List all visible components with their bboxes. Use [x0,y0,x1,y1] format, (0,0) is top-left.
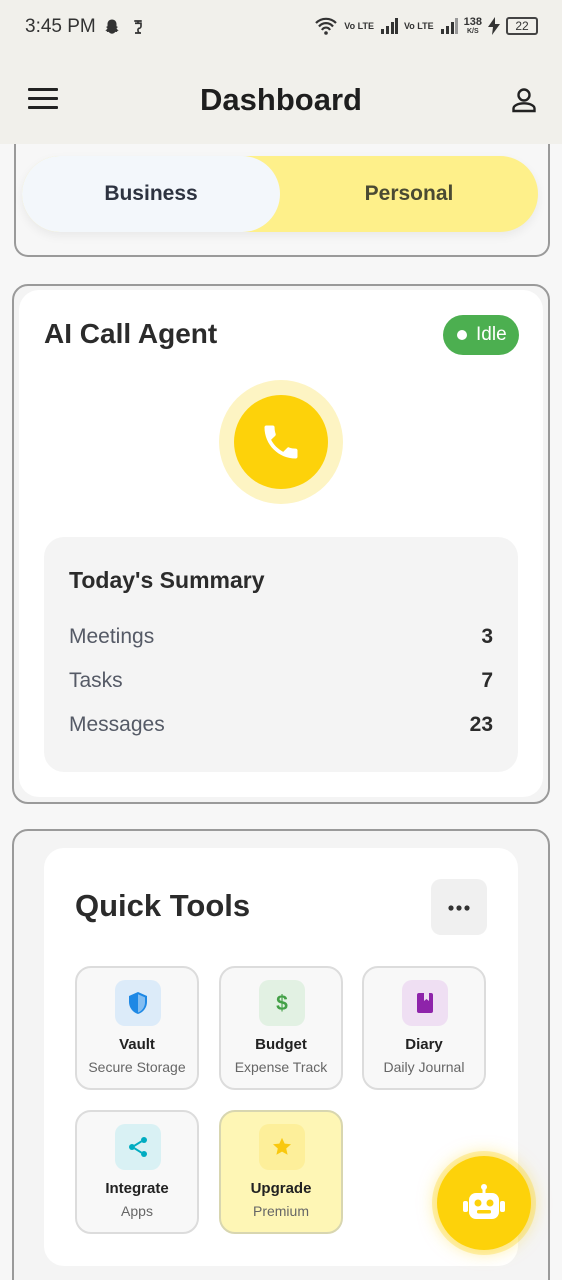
tool-subtitle: Expense Track [234,1059,328,1075]
status-badge: Idle [443,315,519,355]
tool-name: Diary [405,1036,443,1053]
phone-icon [264,425,298,459]
tools-card-title: Quick Tools [75,888,251,923]
status-badge-label: Idle [476,324,507,345]
tool-integrate[interactable]: Integrate Apps [75,1110,199,1234]
volte-label-2: Vo LTE [403,20,434,31]
summary-row-meetings: Meetings 3 [69,625,493,655]
wifi-icon [315,17,338,35]
tool-subtitle: Daily Journal [383,1059,465,1075]
tool-subtitle: Premium [252,1203,309,1219]
svg-text:$: $ [276,992,288,1015]
snapchat-icon [105,19,119,34]
tool-budget[interactable]: $ Budget Expense Track [219,966,343,1090]
tool-name: Upgrade [250,1180,312,1197]
summary-label: Messages [69,713,165,736]
share-icon [129,1137,147,1157]
summary-value: 23 [469,713,493,736]
more-horizontal-icon [448,905,470,911]
network-speed: 138 K/S [463,15,482,36]
assistant-fab[interactable] [437,1156,531,1250]
status-dot [457,330,467,340]
more-options-button[interactable] [431,879,487,935]
summary-label: Meetings [69,625,155,648]
dollar-icon: $ [276,992,288,1015]
tool-name: Budget [255,1036,307,1053]
call-button[interactable] [234,395,328,489]
tool-icon-box [259,1124,305,1170]
summary-title: Today's Summary [69,567,265,593]
agent-card-title: AI Call Agent [44,318,218,349]
user-profile-icon[interactable] [510,86,538,114]
tool-name: Vault [119,1036,155,1053]
charging-icon [488,17,500,35]
tool-subtitle: Apps [121,1203,153,1219]
tool-upgrade[interactable]: Upgrade Premium [219,1110,343,1234]
system-icons: Vo LTE Vo LTE 138 K/S 22 [314,16,538,36]
status-bar: 3:45 PM Vo LTE Vo LTE 138 K/S 22 [0,0,562,56]
volte-label-1: Vo LTE [344,20,374,31]
status-time: 3:45 PM [25,16,96,37]
app-notification-icon [134,20,142,34]
summary-label: Tasks [69,669,123,692]
page-title: Dashboard [200,82,362,117]
speed-unit: K/S [466,27,479,35]
summary-row-tasks: Tasks 7 [69,669,493,699]
shield-icon [129,992,147,1014]
today-summary: Today's Summary Meetings 3 Tasks 7 Messa… [44,537,518,772]
tool-icon-box [115,1124,161,1170]
tool-icon-box [115,980,161,1026]
book-icon [417,993,433,1013]
tool-subtitle: Secure Storage [88,1059,186,1075]
tool-vault[interactable]: Vault Secure Storage [75,966,199,1090]
star-icon [273,1137,291,1155]
summary-row-messages: Messages 23 [69,713,493,743]
toggle-personal[interactable]: Personal [280,156,538,232]
tool-icon-box: $ [259,980,305,1026]
app-bar: Dashboard [0,70,562,130]
tool-name: Integrate [105,1180,169,1197]
notification-icons [103,18,147,36]
signal-icon-2 [440,18,458,34]
mode-toggle: Business Personal [22,156,538,232]
battery-indicator: 22 [506,17,538,35]
robot-icon [463,1184,505,1219]
summary-value: 3 [481,625,493,648]
top-bar: 3:45 PM Vo LTE Vo LTE 138 K/S 22 Dashboa… [0,0,562,144]
signal-icon-1 [380,18,398,34]
tool-icon-box [402,980,448,1026]
toggle-business[interactable]: Business [22,156,280,232]
summary-value: 7 [481,669,493,692]
tool-diary[interactable]: Diary Daily Journal [362,966,486,1090]
speed-value: 138 [463,15,482,28]
